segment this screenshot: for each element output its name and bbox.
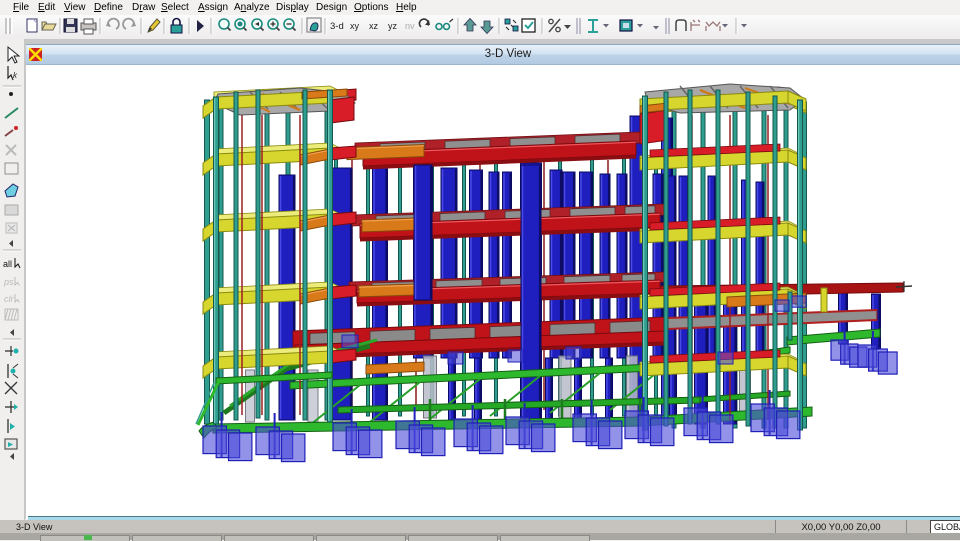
svg-text:yz: yz xyxy=(388,21,398,31)
svg-text:ps: ps xyxy=(3,277,14,287)
svg-text:clr: clr xyxy=(4,294,14,304)
svg-text:3-d: 3-d xyxy=(330,21,344,32)
svg-text:xy: xy xyxy=(350,21,360,31)
svg-text:all: all xyxy=(3,259,12,269)
svg-text:xz: xz xyxy=(369,21,379,31)
svg-text:k: k xyxy=(13,71,18,80)
svg-text:nv: nv xyxy=(405,21,415,31)
